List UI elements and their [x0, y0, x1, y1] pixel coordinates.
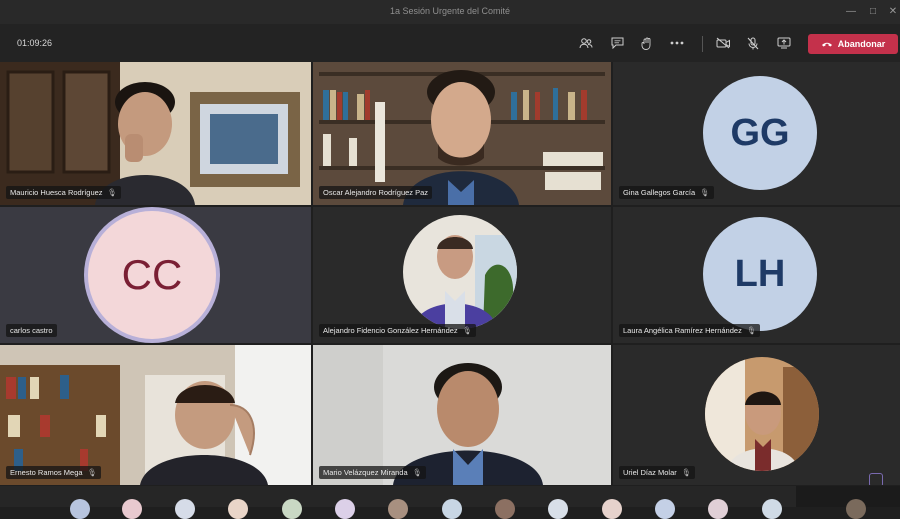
avatar[interactable] [762, 499, 782, 519]
participant-name: carlos castro [10, 326, 53, 335]
participant-name-label: Mauricio Huesca Rodríguez 🎙 [6, 186, 122, 199]
more-icon[interactable] [666, 33, 688, 53]
participant-name: Mauricio Huesca Rodríguez [10, 188, 103, 197]
meeting-toolbar: 01:09:26 Abandonar [0, 24, 900, 62]
participant-name-label: Gina Gallegos García 🎙 [619, 186, 714, 199]
chat-icon[interactable] [606, 33, 628, 53]
participant-tile[interactable]: Uriel Díaz Molar 🎙 [613, 345, 900, 485]
participant-video [0, 62, 311, 205]
avatar[interactable] [228, 499, 248, 519]
participant-name: Alejandro Fidencio González Hernández [323, 326, 458, 335]
leave-label: Abandonar [837, 39, 886, 49]
camera-off-icon[interactable] [712, 33, 734, 53]
leave-button[interactable]: Abandonar [808, 34, 898, 54]
participant-tile[interactable]: GG Gina Gallegos García 🎙 [613, 62, 900, 205]
participant-video [0, 345, 311, 485]
participant-name-label: carlos castro [6, 324, 57, 337]
muted-mic-icon: 🎙 [746, 326, 757, 335]
avatar[interactable] [175, 499, 195, 519]
window-title: 1a Sesión Urgente del Comité [389, 6, 511, 16]
participant-tile[interactable]: Oscar Alejandro Rodríguez Paz [313, 62, 611, 205]
participant-name: Oscar Alejandro Rodríguez Paz [323, 188, 429, 197]
participant-name-label: Laura Angélica Ramírez Hernández 🎙 [619, 324, 761, 337]
participant-name-label: Oscar Alejandro Rodríguez Paz [319, 186, 433, 199]
participant-name-label: Uriel Díaz Molar 🎙 [619, 466, 696, 479]
title-bar: 1a Sesión Urgente del Comité — □ ✕ [0, 0, 900, 24]
participant-video [313, 62, 611, 205]
muted-mic-icon: 🎙 [681, 468, 692, 477]
toolbar-divider [702, 36, 703, 52]
participant-name: Ernesto Ramos Mega [10, 468, 83, 477]
participant-name-label: Mario Velázquez Miranda 🎙 [319, 466, 427, 479]
avatar[interactable] [70, 499, 90, 519]
avatar[interactable] [708, 499, 728, 519]
participant-name-label: Alejandro Fidencio González Hernández 🎙 [319, 324, 477, 337]
avatar[interactable] [335, 499, 355, 519]
avatar: LH [703, 217, 817, 331]
phone-hangup-icon [821, 39, 833, 49]
muted-mic-icon: 🎙 [700, 188, 710, 197]
muted-mic-icon: 🎙 [107, 188, 118, 197]
avatar[interactable] [602, 499, 622, 519]
avatar[interactable] [655, 499, 675, 519]
avatar[interactable] [495, 499, 515, 519]
participant-name: Gina Gallegos García [623, 188, 696, 197]
close-icon[interactable]: ✕ [884, 4, 900, 20]
participant-name: Laura Angélica Ramírez Hernández [623, 326, 742, 335]
meeting-timer: 01:09:26 [17, 38, 53, 48]
muted-mic-icon: 🎙 [87, 468, 98, 477]
maximize-icon[interactable]: □ [864, 4, 882, 20]
avatar[interactable] [846, 499, 866, 519]
participant-video [705, 357, 819, 471]
muted-mic-icon: 🎙 [412, 468, 423, 477]
avatar[interactable] [282, 499, 302, 519]
participant-video [403, 215, 517, 329]
participant-name: Uriel Díaz Molar [623, 468, 677, 477]
participant-video [313, 345, 611, 485]
participant-tile[interactable]: Alejandro Fidencio González Hernández 🎙 [313, 207, 611, 343]
participant-name-label: Ernesto Ramos Mega 🎙 [6, 466, 102, 479]
participant-name: Mario Velázquez Miranda [323, 468, 408, 477]
avatar: CC [88, 211, 216, 339]
muted-mic-icon: 🎙 [462, 326, 473, 335]
avatar[interactable] [442, 499, 462, 519]
participant-tile[interactable]: Ernesto Ramos Mega 🎙 [0, 345, 311, 485]
participant-tile[interactable]: Mario Velázquez Miranda 🎙 [313, 345, 611, 485]
mic-off-icon[interactable] [742, 33, 764, 53]
participants-icon[interactable] [575, 33, 597, 53]
avatar[interactable] [122, 499, 142, 519]
avatar[interactable] [388, 499, 408, 519]
participant-tile[interactable]: CC carlos castro [0, 207, 311, 343]
raise-hand-icon[interactable] [636, 33, 658, 53]
minimize-icon[interactable]: — [842, 4, 860, 20]
avatar: GG [703, 76, 817, 190]
avatar[interactable] [548, 499, 568, 519]
participant-tile[interactable]: LH Laura Angélica Ramírez Hernández 🎙 [613, 207, 900, 343]
reaction-icon[interactable] [869, 473, 883, 485]
participant-tile[interactable]: Mauricio Huesca Rodríguez 🎙 [0, 62, 311, 205]
share-screen-icon[interactable] [773, 33, 795, 53]
